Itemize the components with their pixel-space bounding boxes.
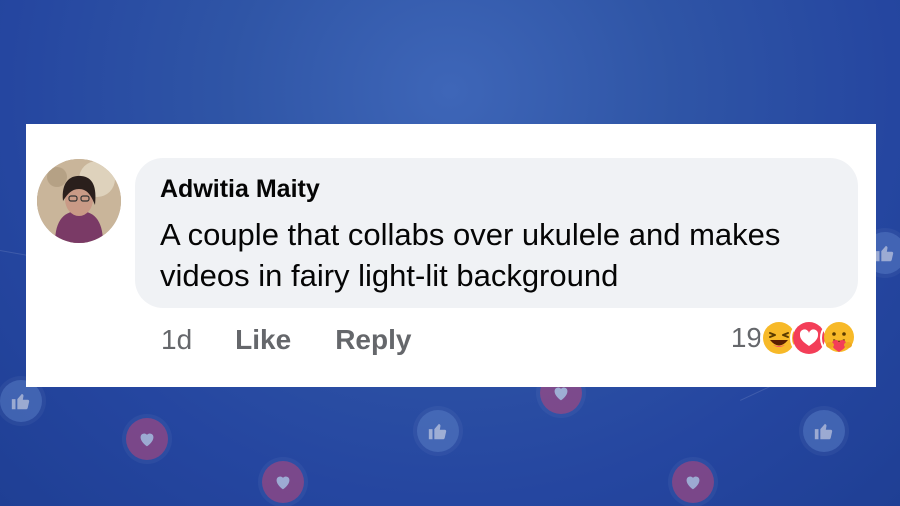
background-like-icon: [417, 410, 459, 452]
reaction-count: 19: [730, 322, 762, 353]
comment-actions: 1d Like Reply: [161, 320, 455, 360]
background-heart-icon: [672, 461, 714, 503]
background-like-icon: [803, 410, 845, 452]
comment-card: Adwitia Maity A couple that collabs over…: [26, 124, 876, 387]
care-icon: [820, 319, 858, 357]
comment-bubble: Adwitia Maity A couple that collabs over…: [135, 158, 858, 308]
comment-timestamp[interactable]: 1d: [161, 324, 192, 356]
background-heart-icon: [262, 461, 304, 503]
comment-text: A couple that collabs over ukulele and m…: [160, 217, 781, 293]
comment-author[interactable]: Adwitia Maity: [160, 175, 320, 204]
background-heart-icon: [126, 418, 168, 460]
avatar[interactable]: [37, 159, 121, 243]
like-button[interactable]: Like: [235, 324, 291, 356]
reply-button[interactable]: Reply: [335, 324, 411, 356]
reaction-summary[interactable]: 19: [731, 318, 858, 358]
